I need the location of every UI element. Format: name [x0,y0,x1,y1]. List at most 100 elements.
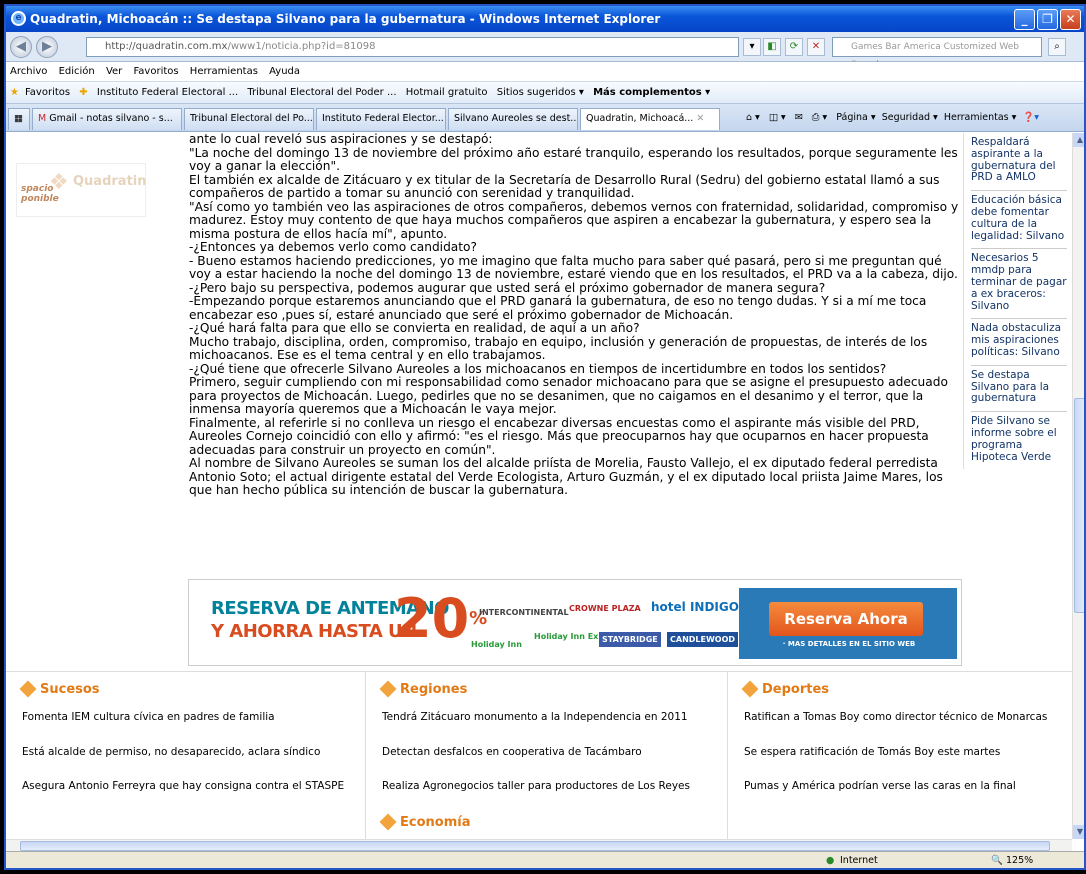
close-button[interactable]: ✕ [1060,9,1081,30]
menu-edicion[interactable]: Edición [59,66,95,77]
menu-archivo[interactable]: Archivo [10,66,47,77]
article-body: ante lo cual reveló sus aspiraciones y s… [189,133,961,498]
refresh-icon[interactable]: ⟳ [785,38,803,56]
scroll-down-icon[interactable]: ▼ [1073,825,1084,839]
sidebar-link[interactable]: Necesarios 5 mmdp para terminar de pagar… [971,249,1067,320]
section-title: Deportes [741,680,1072,698]
quick-tabs-icon[interactable]: ▦ [8,108,30,130]
section-title: Sucesos [19,680,365,698]
reserva-ahora-button[interactable]: Reserva Ahora · MAS DETALLES EN EL SITIO… [739,588,957,659]
search-input[interactable]: Games Bar America Customized Web Search [832,37,1042,70]
related-news-sidebar: Respaldará aspirante a la gubernatura de… [963,133,1067,470]
news-link[interactable]: Fomenta IEM cultura cívica en padres de … [22,711,365,724]
article-paragraph: -Empezando porque estaremos anunciando q… [189,294,927,322]
ie-logo-icon: e [11,11,26,26]
article-paragraph: -¿Qué tiene que ofrecerle Silvano Aureol… [189,361,887,376]
menu-ver[interactable]: Ver [106,66,122,77]
news-link[interactable]: Se espera ratificación de Tomás Boy este… [744,746,1072,759]
article-paragraph: Primero, seguir cumpliendo con mi respon… [189,375,948,416]
help-icon[interactable]: ❓▾ [1022,112,1039,123]
security-menu[interactable]: Seguridad ▾ [882,112,938,123]
forward-button[interactable]: ▶ [36,36,58,58]
back-button[interactable]: ◀ [10,36,32,58]
section-title: Regiones [379,680,727,698]
dropdown-icon[interactable]: ▾ [743,38,761,56]
section-regiones: Regiones Tendrá Zitácuaro monumento a la… [366,672,728,839]
article-paragraph: "Así como yo también veo las aspiracione… [189,199,959,241]
article-paragraph: El también ex alcalde de Zitácuaro y ex … [189,172,940,200]
article-paragraph: -¿Entonces ya debemos verlo como candida… [189,240,477,254]
feeds-icon[interactable]: ◫ ▾ [769,112,786,123]
search-icon[interactable]: ⌕ [1048,38,1066,56]
zoom-level[interactable]: 125% [1006,852,1033,868]
sidebar-link[interactable]: Respaldará aspirante a la gubernatura de… [971,133,1067,192]
vertical-scrollbar[interactable]: ▲ ▼ [1072,133,1084,839]
news-link[interactable]: Pumas y América podrían verse las caras … [744,780,1072,793]
zone-label: Internet [840,855,878,866]
sidebar-link[interactable]: Educación básica debe fomentar cultura d… [971,191,1067,250]
stop-icon[interactable]: ✕ [807,38,825,56]
print-icon[interactable]: ⎙ ▾ [812,112,827,123]
article-paragraph: -¿Qué hará falta para que ello se convie… [189,321,640,335]
sidebar-link[interactable]: Se destapa Silvano para la gubernatura [971,366,1067,413]
page-menu[interactable]: Página ▾ [836,112,875,123]
restore-button[interactable]: ❐ [1037,9,1058,30]
article-paragraph: Mucho trabajo, disciplina, orden, compro… [189,334,928,362]
mail-icon[interactable]: ✉ [795,112,803,123]
address-bar: ◀ ▶ http://quadratin.com.mx/www1/noticia… [6,32,1084,70]
logo-placeholder: ❖ Quadratin spacio ponible [16,163,147,217]
tab-gmail[interactable]: M Gmail - notas silvano - s... [32,108,182,130]
section-sucesos: Sucesos Fomenta IEM cultura cívica en pa… [6,672,366,839]
tab-quadratin[interactable]: Quadratin, Michoacá... ✕ [580,108,720,130]
scroll-up-icon[interactable]: ▲ [1073,133,1084,147]
star-icon: ★ [10,87,19,98]
menu-favoritos[interactable]: Favoritos [133,66,178,77]
favorites-button[interactable]: Favoritos [25,87,70,98]
url-input[interactable]: http://quadratin.com.mx/www1/noticia.php… [86,37,739,57]
news-link[interactable]: Está alcalde de permiso, no desaparecido… [22,746,365,759]
add-favorite-icon[interactable]: ✚ [79,87,87,98]
section-diamond-icon [19,680,37,698]
article-paragraph: Al nombre de Silvano Aureoles se suman l… [189,456,943,497]
close-tab-icon[interactable]: ✕ [696,113,704,124]
article-paragraph: ante lo cual reveló sus aspiraciones y s… [189,133,493,146]
tools-menu[interactable]: Herramientas ▾ [944,112,1017,123]
menu-ayuda[interactable]: Ayuda [269,66,300,77]
tab-bar: ▦ M Gmail - notas silvano - s... Tribuna… [6,104,1084,132]
horizontal-scrollbar[interactable] [6,839,1072,851]
news-sections: Sucesos Fomenta IEM cultura cívica en pa… [6,671,1072,839]
news-link[interactable]: Ratifican a Tomas Boy como director técn… [744,711,1072,724]
article-paragraph: - Bueno estamos haciendo predicciones, y… [189,253,958,281]
hscroll-thumb[interactable] [20,841,1050,851]
hotel-ad-banner[interactable]: RESERVA DE ANTEMANO Y AHORRA HASTA UN 20… [188,579,962,666]
section-diamond-icon [741,680,759,698]
browser-window: e Quadratin, Michoacán :: Se destapa Sil… [4,4,1086,870]
scroll-thumb[interactable] [1074,398,1084,613]
tab-tribunal[interactable]: Tribunal Electoral del Po... [184,108,314,130]
fav-ife[interactable]: Instituto Federal Electoral ... [97,87,238,98]
news-link[interactable]: Tendrá Zitácuaro monumento a la Independ… [382,711,727,724]
news-link[interactable]: Detectan desfalcos en cooperativa de Tac… [382,746,727,759]
page-viewport: ❖ Quadratin spacio ponible ante lo cual … [6,133,1072,839]
favorites-bar: ★ Favoritos ✚ Instituto Federal Electoral… [6,82,1084,104]
fav-tribunal[interactable]: Tribunal Electoral del Poder ... [247,87,396,98]
tab-silvano[interactable]: Silvano Aureoles se dest... [448,108,578,130]
tab-ife[interactable]: Instituto Federal Elector... [316,108,446,130]
sidebar-link[interactable]: Nada obstaculiza mis aspiraciones políti… [971,319,1067,366]
minimize-button[interactable]: _ [1014,9,1035,30]
section-title: Economía [379,813,727,830]
news-link[interactable]: Realiza Agronegocios taller para product… [382,780,727,793]
status-bar: ● Internet 🔍 125% [6,851,1084,868]
article-paragraph: "La noche del domingo 13 de noviembre de… [189,145,958,173]
fav-complementos[interactable]: Más complementos ▾ [593,87,710,98]
sidebar-link[interactable]: Pide Silvano se informe sobre el program… [971,412,1067,469]
home-icon[interactable]: ⌂ ▾ [746,112,760,123]
zoom-icon[interactable]: 🔍 [991,852,1003,868]
globe-icon: ● [826,855,835,866]
title-bar: e Quadratin, Michoacán :: Se destapa Sil… [6,6,1084,32]
compat-icon[interactable]: ◧ [763,38,781,56]
menu-herramientas[interactable]: Herramientas [190,66,258,77]
news-link[interactable]: Asegura Antonio Ferreyra que hay consign… [22,780,365,793]
fav-hotmail[interactable]: Hotmail gratuito [406,87,488,98]
fav-sitios[interactable]: Sitios sugeridos ▾ [497,87,584,98]
